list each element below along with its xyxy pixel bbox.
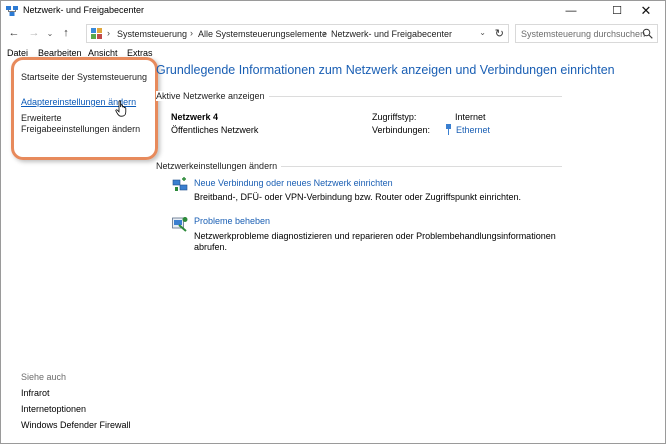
navigation-bar: ← → ⌄ ↑ › Systemsteuerung › Alle Systems… [0, 23, 664, 45]
refresh-icon[interactable]: ↻ [495, 27, 504, 40]
title-bar: Netzwerk- und Freigabecenter — ☐ ✕ [0, 0, 664, 21]
troubleshoot-description: Netzwerkprobleme diagnostizieren und rep… [194, 231, 556, 241]
troubleshoot-icon [172, 217, 188, 232]
ethernet-icon [446, 124, 451, 135]
forward-arrow-icon[interactable]: → [26, 25, 42, 41]
highlight-callout [11, 57, 158, 160]
ethernet-link[interactable]: Ethernet [456, 125, 490, 135]
window-title: Netzwerk- und Freigabecenter [23, 5, 145, 15]
see-also-infrarot[interactable]: Infrarot [21, 388, 50, 398]
breadcrumb-chevron-icon: › [107, 28, 110, 38]
active-networks-heading: Aktive Netzwerke anzeigen [156, 91, 269, 101]
breadcrumb-systemsteuerung[interactable]: Systemsteuerung [117, 29, 187, 39]
see-also-firewall[interactable]: Windows Defender Firewall [21, 420, 131, 430]
troubleshoot-link[interactable]: Probleme beheben [194, 216, 270, 226]
page-title: Grundlegende Informationen zum Netzwerk … [156, 63, 615, 77]
breadcrumb-chevron-icon: › [190, 28, 193, 38]
network-type[interactable]: Öffentliches Netzwerk [171, 125, 258, 135]
breadcrumb-alle-elemente[interactable]: Alle Systemsteuerungselemente [198, 29, 327, 39]
see-also-internetoptionen[interactable]: Internetoptionen [21, 404, 86, 414]
address-dropdown-icon[interactable]: ⌄ [479, 28, 486, 37]
hand-cursor-icon [115, 100, 127, 117]
connections-label: Verbindungen: [372, 125, 431, 135]
minimize-button[interactable]: — [554, 0, 588, 21]
search-placeholder: Systemsteuerung durchsuchen [521, 29, 646, 39]
control-panel-icon [91, 28, 102, 39]
troubleshoot-description-continued: abrufen. [194, 242, 228, 252]
see-also-heading: Siehe auch [21, 372, 67, 382]
new-connection-link[interactable]: Neue Verbindung oder neues Netzwerk einr… [194, 178, 393, 188]
close-button[interactable]: ✕ [629, 0, 663, 21]
network-center-icon [6, 6, 18, 16]
back-arrow-icon[interactable]: ← [6, 25, 22, 41]
breadcrumb-chevron-icon: › [323, 28, 326, 38]
new-connection-icon [172, 177, 188, 191]
breadcrumb-netzwerk-freigabecenter[interactable]: Netzwerk- und Freigabecenter [331, 29, 452, 39]
new-connection-description: Breitband-, DFÜ- oder VPN-Verbindung bzw… [194, 192, 521, 202]
address-bar[interactable]: › Systemsteuerung › Alle Systemsteuerung… [86, 24, 509, 43]
access-type-label: Zugriffstyp: [372, 112, 417, 122]
network-name: Netzwerk 4 [171, 112, 219, 122]
search-box[interactable]: Systemsteuerung durchsuchen [515, 24, 658, 43]
change-settings-heading: Netzwerkeinstellungen ändern [156, 161, 282, 171]
recent-locations-chevron-icon[interactable]: ⌄ [42, 25, 58, 41]
access-type-value: Internet [455, 112, 486, 122]
search-icon[interactable] [642, 28, 653, 39]
up-arrow-icon[interactable]: ↑ [58, 25, 74, 41]
